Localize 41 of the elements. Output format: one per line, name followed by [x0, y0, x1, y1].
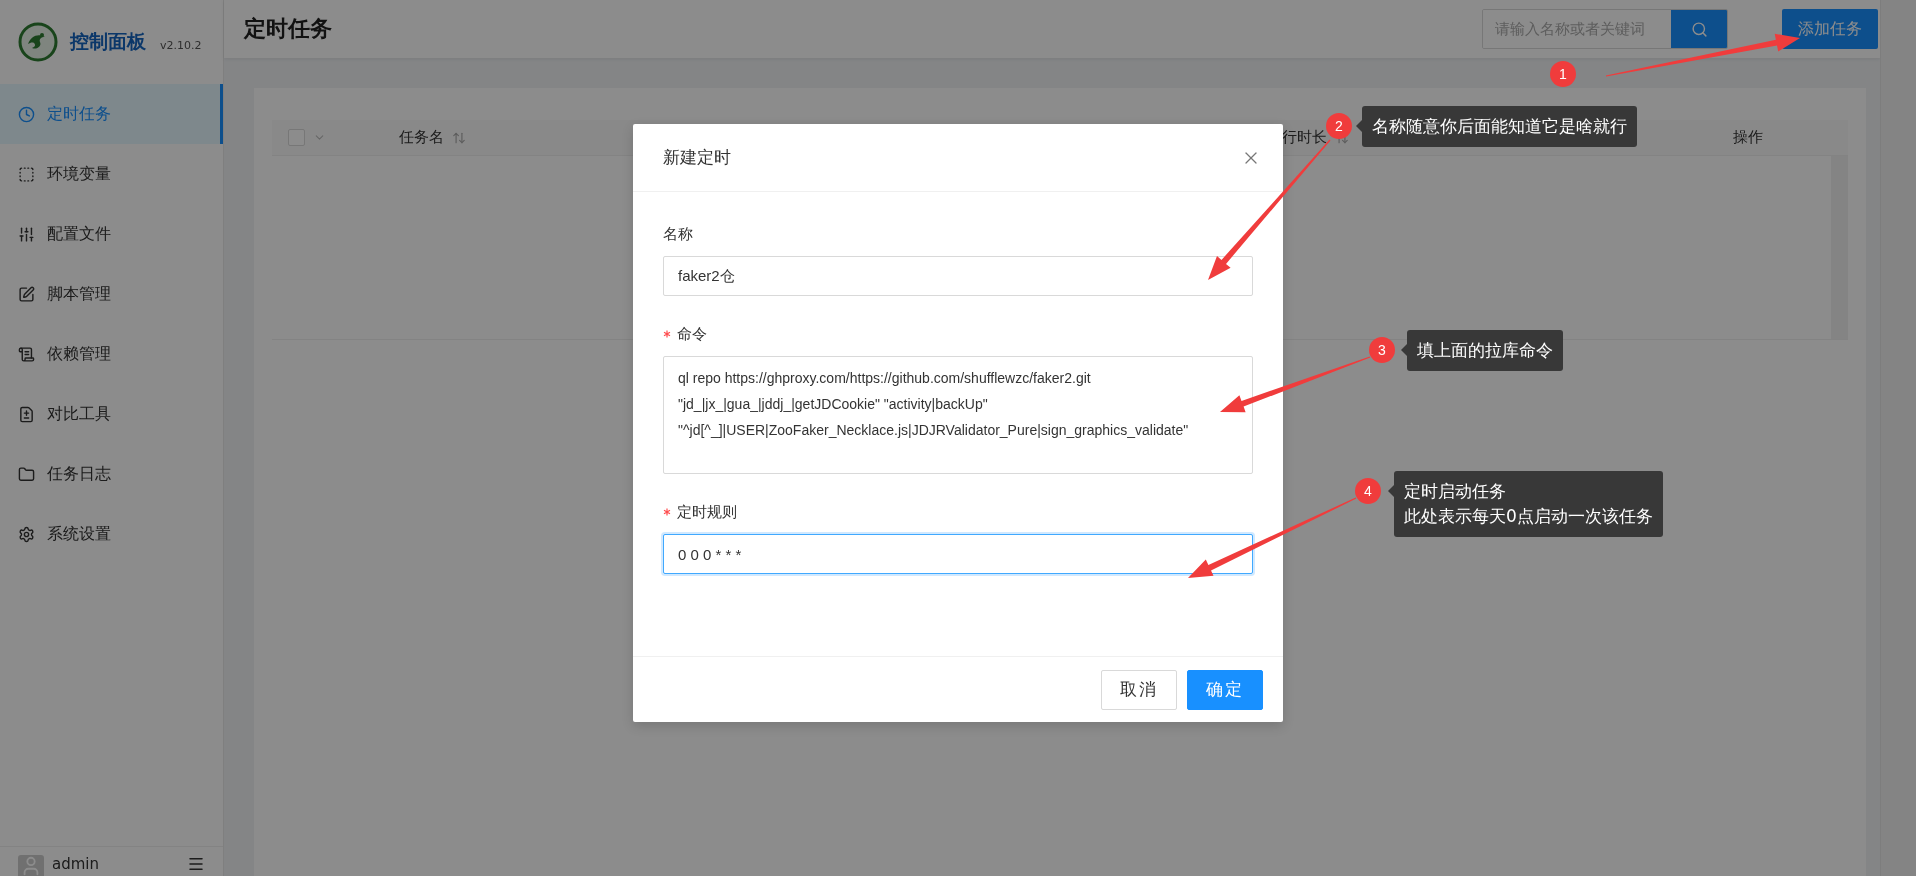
callout-text: 填上面的拉库命令	[1417, 339, 1553, 362]
menu-icon	[18, 105, 35, 123]
page-title: 定时任务	[244, 15, 333, 43]
cancel-button[interactable]: 取消	[1101, 669, 1177, 710]
sidebar-item[interactable]: 依赖管理	[0, 324, 223, 384]
menu-icon	[18, 465, 35, 483]
input-field[interactable]: ql repo https://ghproxy.com/https://github.com/shufflewzc/faker2.git "jd_|jx_|gua_|jddj_|getJDCookie" "activity|backUp" "^jd[^_]|USER|ZooFaker_Necklace.js|JDJRValidator_Pure|sign_graphics_validate"	[663, 356, 1253, 474]
sidebar-item[interactable]: 对比工具	[0, 384, 223, 444]
menu-icon	[18, 525, 35, 543]
column-header: 行时长	[1282, 128, 1327, 147]
column-header: 操作	[1733, 128, 1763, 147]
column-header: 任务名	[398, 128, 444, 147]
field-label: 命令	[677, 324, 707, 344]
search-icon	[1690, 20, 1708, 38]
dialog-title: 新建定时	[663, 146, 731, 169]
sort-icon[interactable]	[451, 130, 466, 145]
sidebar-item[interactable]: 任务日志	[0, 444, 223, 504]
menu-icon	[18, 225, 35, 243]
menu-icon	[18, 165, 35, 183]
menu-icon	[18, 285, 35, 303]
field-label: 名称	[663, 224, 693, 244]
app-title: 控制面板	[70, 29, 146, 54]
sidebar-item[interactable]: 系统设置	[0, 504, 223, 564]
callout-text: 此处表示每天0点启动一次该任务	[1404, 505, 1653, 528]
input-field[interactable]: faker2仓	[663, 256, 1253, 296]
menu-icon	[18, 405, 35, 423]
confirm-button[interactable]: 确定	[1187, 669, 1263, 710]
callout-text: 名称随意你后面能知道它是啥就行	[1372, 115, 1627, 138]
field-label: 定时规则	[677, 502, 737, 522]
sidebar-item[interactable]: 环境变量	[0, 144, 223, 204]
callout-text: 定时启动任务	[1404, 480, 1507, 503]
menu-icon	[18, 345, 35, 363]
input-field[interactable]: 0 0 0 * * *	[663, 534, 1253, 574]
search-button[interactable]	[1671, 10, 1727, 48]
step-number: 1	[1550, 61, 1576, 87]
logo-icon	[18, 22, 58, 62]
version-label: v2.10.2	[160, 38, 202, 52]
sidebar-item[interactable]: 配置文件	[0, 204, 223, 264]
sidebar-item[interactable]: 脚本管理	[0, 264, 223, 324]
menu-icon[interactable]	[187, 855, 205, 873]
user-name: admin	[52, 855, 99, 873]
